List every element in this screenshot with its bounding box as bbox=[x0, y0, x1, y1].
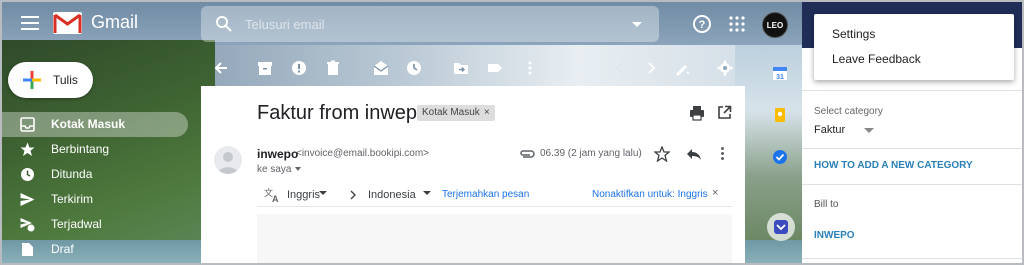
sidebar-item-drafts[interactable]: Draf bbox=[0, 237, 188, 262]
chevron-down-icon[interactable] bbox=[295, 167, 302, 172]
email-body bbox=[257, 214, 732, 265]
email-subject: Faktur from inwepo bbox=[257, 102, 429, 124]
inbox-icon bbox=[20, 117, 35, 132]
search-bar[interactable] bbox=[201, 6, 659, 42]
bookipi-addon-icon bbox=[774, 220, 788, 234]
translate-message-link[interactable]: Terjemahkan pesan bbox=[442, 189, 529, 200]
disable-translation-link[interactable]: Nonaktifkan untuk: Inggris bbox=[592, 189, 708, 200]
menu-item-leave-feedback[interactable]: Leave Feedback bbox=[832, 52, 921, 66]
reply-icon[interactable] bbox=[686, 147, 702, 161]
sender-avatar bbox=[214, 146, 242, 174]
email-timestamp: 06.39 (2 jam yang lalu) bbox=[540, 148, 642, 159]
email-view: Faktur from inwepo Kotak Masuk × inwepo <… bbox=[201, 86, 745, 265]
side-addons-strip: 31 bbox=[760, 45, 802, 265]
compose-label: Tulis bbox=[53, 73, 78, 87]
close-translate-icon[interactable]: × bbox=[712, 187, 718, 199]
attachment-icon bbox=[520, 150, 535, 158]
tasks-icon[interactable] bbox=[772, 149, 788, 165]
bill-to-client-link[interactable]: INWEPO bbox=[814, 230, 855, 241]
svg-text:A: A bbox=[272, 194, 279, 203]
addon-bookipi-button[interactable] bbox=[767, 213, 795, 241]
app-name: Gmail bbox=[91, 12, 139, 32]
chevron-down-icon[interactable] bbox=[319, 191, 327, 195]
select-category-label: Select category bbox=[814, 106, 883, 117]
delete-icon[interactable] bbox=[325, 60, 341, 76]
how-to-add-category-link[interactable]: HOW TO ADD A NEW CATEGORY bbox=[814, 160, 973, 171]
bill-to-label: Bill to bbox=[814, 199, 839, 210]
label-icon[interactable] bbox=[487, 60, 503, 76]
apps-grid-icon[interactable] bbox=[729, 16, 745, 32]
input-tools-icon[interactable] bbox=[674, 60, 690, 76]
target-language-select[interactable]: Indonesia bbox=[368, 189, 416, 201]
draft-icon bbox=[22, 243, 33, 256]
main-menu-icon[interactable] bbox=[21, 16, 39, 30]
remove-label-close-icon[interactable]: × bbox=[484, 107, 490, 118]
sidebar-item-scheduled[interactable]: Terjadwal bbox=[0, 212, 188, 237]
divider bbox=[802, 258, 1024, 259]
snooze-icon[interactable] bbox=[406, 60, 422, 76]
scheduled-icon bbox=[20, 218, 35, 232]
translate-bar: 文A Inggris Indonesia Terjemahkan pesan N… bbox=[257, 183, 732, 207]
star-icon bbox=[20, 142, 35, 156]
svg-text:31: 31 bbox=[776, 74, 784, 81]
account-avatar[interactable]: LEO bbox=[762, 12, 788, 38]
addon-overflow-menu: Settings Leave Feedback bbox=[814, 14, 1014, 80]
category-select[interactable]: Faktur bbox=[814, 124, 845, 136]
report-spam-icon[interactable] bbox=[291, 60, 307, 76]
compose-button[interactable]: Tulis bbox=[8, 62, 93, 98]
sidebar-item-starred[interactable]: Berbintang bbox=[0, 137, 188, 162]
print-icon[interactable] bbox=[689, 105, 705, 121]
sidebar-nav: Kotak Masuk Berbintang Ditunda Terkirim … bbox=[0, 112, 190, 262]
sidebar-item-label: Ditunda bbox=[51, 167, 93, 181]
settings-gear-icon[interactable] bbox=[717, 60, 733, 76]
plus-icon bbox=[23, 71, 41, 89]
page-count: 1 dari 3 bbox=[563, 61, 600, 73]
label-chip-text: Kotak Masuk bbox=[422, 107, 480, 118]
archive-icon[interactable] bbox=[257, 60, 273, 76]
sidebar-item-label: Terkirim bbox=[51, 192, 93, 206]
svg-text:?: ? bbox=[699, 19, 706, 31]
more-options-icon[interactable] bbox=[721, 147, 725, 161]
recipient-details[interactable]: ke saya bbox=[257, 164, 302, 175]
help-icon[interactable]: ? bbox=[692, 14, 712, 34]
sidebar-item-label: Kotak Masuk bbox=[51, 117, 126, 131]
divider bbox=[802, 184, 1024, 185]
sender-name: inwepo bbox=[257, 147, 299, 161]
chevron-right-icon[interactable] bbox=[643, 60, 659, 76]
more-vertical-icon[interactable] bbox=[522, 60, 538, 76]
inbox-label-chip[interactable]: Kotak Masuk × bbox=[417, 105, 495, 121]
chevron-down-icon[interactable] bbox=[864, 128, 874, 133]
source-language-select[interactable]: Inggris bbox=[287, 189, 320, 201]
search-icon[interactable] bbox=[215, 15, 233, 33]
send-icon bbox=[20, 193, 35, 206]
search-options-chevron-down-icon[interactable] bbox=[632, 22, 642, 27]
gmail-logo-icon bbox=[53, 12, 82, 34]
chevron-left-icon[interactable] bbox=[612, 60, 628, 76]
move-to-icon[interactable] bbox=[453, 60, 469, 76]
star-toggle-icon[interactable] bbox=[654, 146, 670, 162]
divider bbox=[802, 90, 1024, 91]
menu-item-settings[interactable]: Settings bbox=[832, 27, 875, 41]
clock-icon bbox=[21, 168, 34, 181]
calendar-icon[interactable]: 31 bbox=[772, 65, 788, 81]
search-input[interactable] bbox=[245, 14, 615, 34]
sidebar-item-label: Berbintang bbox=[51, 142, 110, 156]
sidebar-item-snoozed[interactable]: Ditunda bbox=[0, 162, 188, 187]
chevron-right-icon bbox=[350, 190, 356, 200]
person-icon bbox=[218, 152, 238, 174]
translate-icon: 文A bbox=[264, 187, 279, 203]
keep-icon[interactable] bbox=[772, 107, 788, 123]
chevron-down-icon[interactable] bbox=[423, 191, 431, 195]
sidebar-item-inbox[interactable]: Kotak Masuk bbox=[0, 112, 188, 137]
sidebar-item-label: Terjadwal bbox=[51, 217, 102, 231]
sidebar-item-label: Draf bbox=[51, 242, 74, 256]
open-new-window-icon[interactable] bbox=[717, 105, 732, 120]
sidebar-item-sent[interactable]: Terkirim bbox=[0, 187, 188, 212]
sender-email: <invoice@email.bookipi.com> bbox=[296, 148, 429, 159]
back-arrow-icon[interactable] bbox=[213, 60, 229, 76]
mark-unread-icon[interactable] bbox=[373, 60, 389, 76]
divider bbox=[802, 148, 1024, 149]
recipient-text: ke saya bbox=[257, 164, 292, 175]
